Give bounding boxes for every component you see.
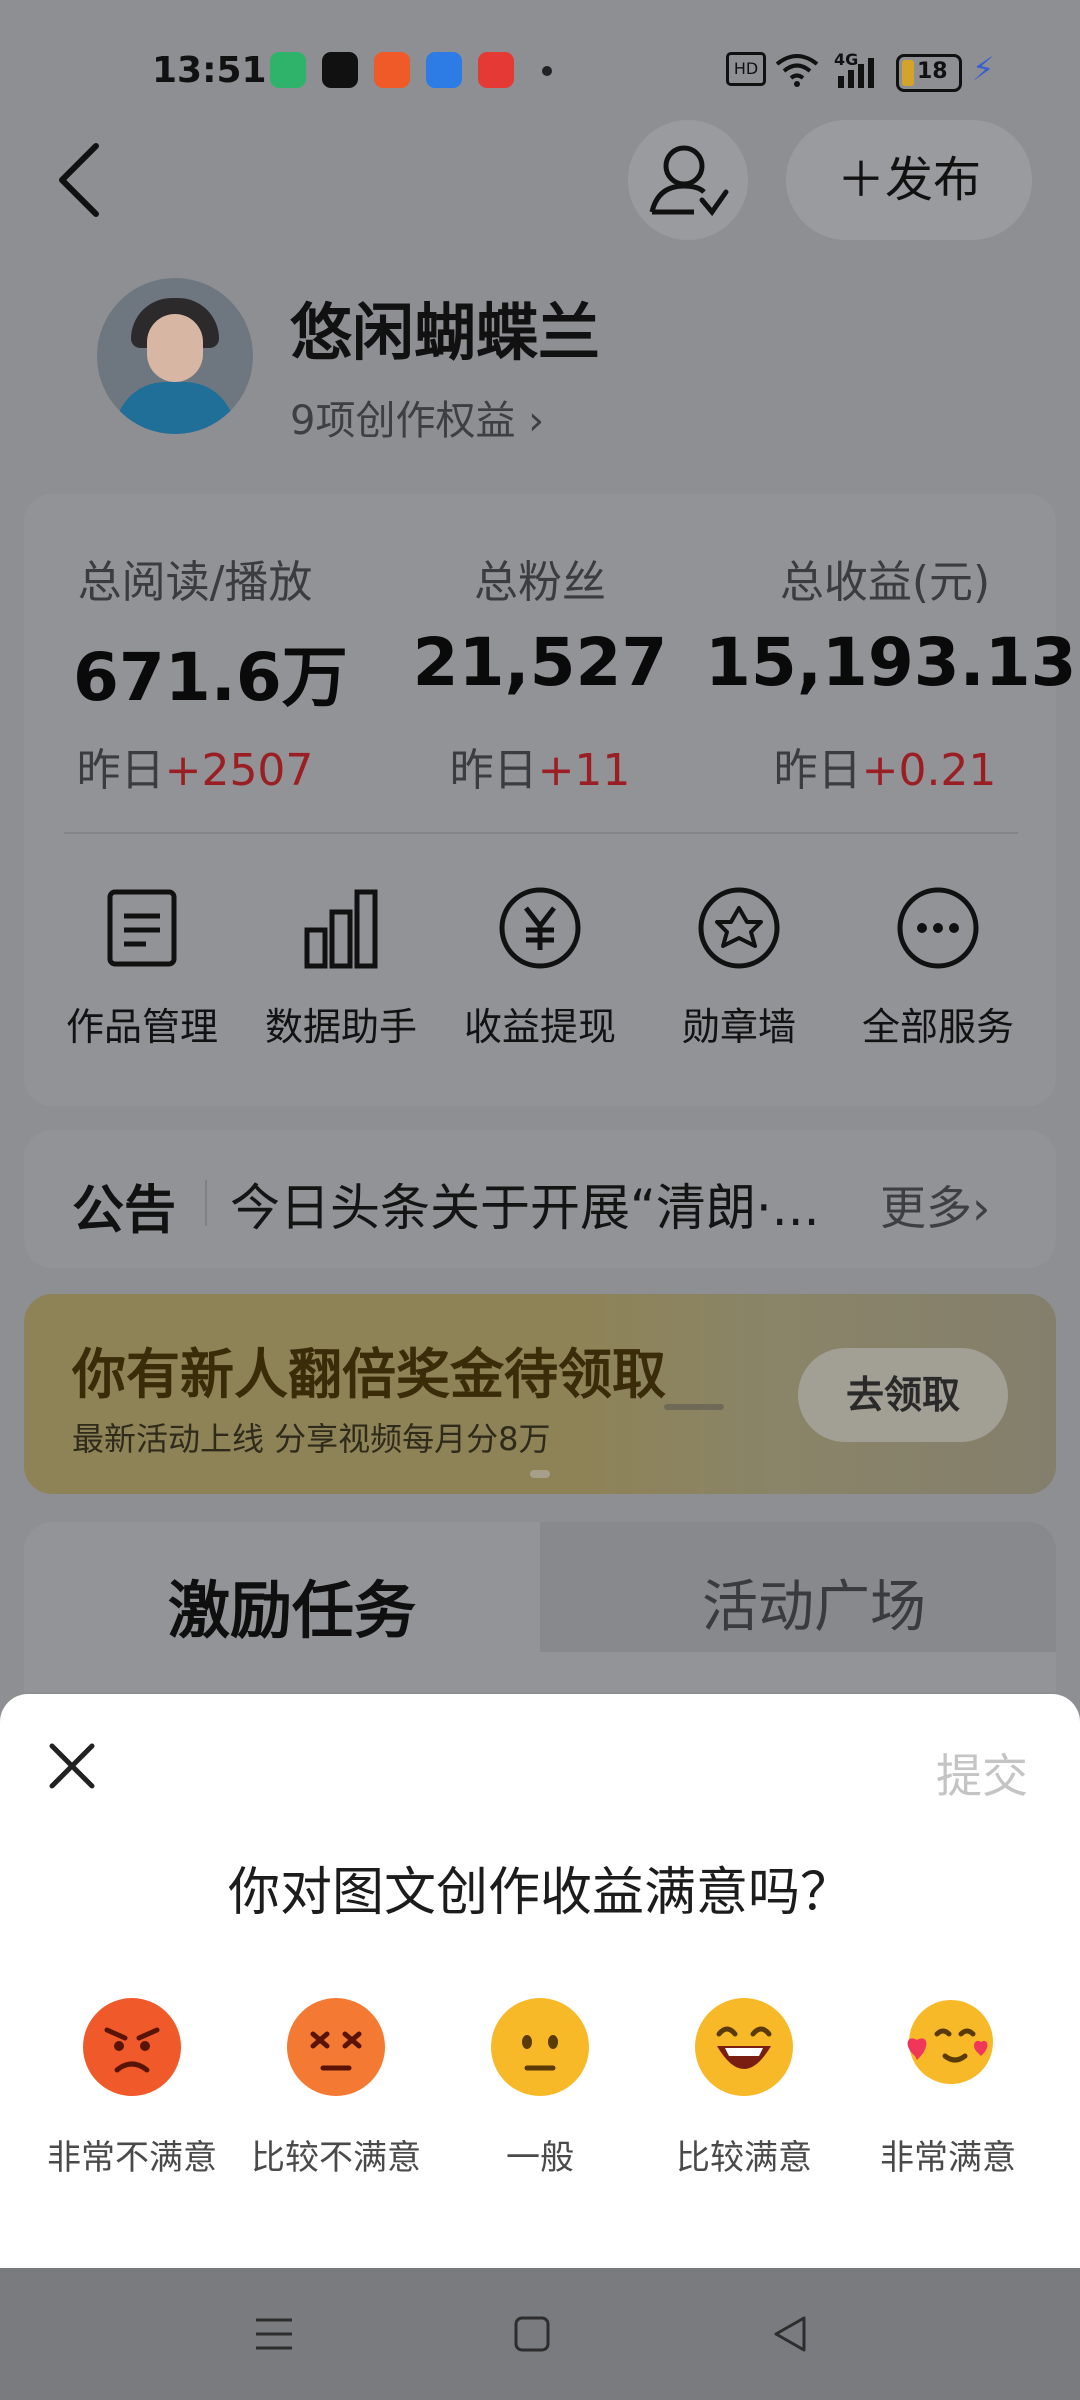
notice-title: 公告: [72, 1181, 177, 1241]
wifi-icon: [775, 54, 819, 87]
service-data-assistant[interactable]: 数据助手: [241, 886, 441, 1051]
avatar[interactable]: [97, 278, 253, 434]
stat-income-label: 总收益(元): [779, 557, 991, 608]
rating-label: 比较满意: [676, 2138, 812, 2178]
stat-income-value[interactable]: 15,193.13: [705, 624, 1077, 701]
dizzy-face-icon: [287, 1998, 385, 2096]
neutral-face-icon: [491, 1998, 589, 2096]
status-bar: 13:51 HD 4G 18 ⚡: [0, 0, 1080, 140]
rating-label: 比较不满意: [251, 2138, 421, 2178]
rating-very-satisfied[interactable]: 非常满意: [848, 1996, 1048, 2179]
stat-fans-label: 总粉丝: [474, 557, 606, 608]
app-notification-icon: [270, 52, 306, 88]
follow-user-button[interactable]: [628, 120, 748, 240]
angry-face-icon: [83, 1998, 181, 2096]
banner-subtitle: 最新活动上线 分享视频每月分8万: [72, 1420, 551, 1458]
survey-sheet: [0, 1694, 1080, 2268]
service-works-management[interactable]: 作品管理: [42, 886, 242, 1051]
submit-button[interactable]: 提交: [936, 1740, 1028, 1806]
service-label: 勋章墙: [681, 1005, 796, 1049]
shop-notification-icon: [374, 52, 410, 88]
profile-name[interactable]: 悠闲蝴蝶兰: [290, 282, 600, 372]
notice-more-link[interactable]: 更多›: [880, 1172, 990, 1238]
battery-level: 18: [917, 59, 948, 84]
service-badge-wall[interactable]: 勋章墙: [639, 886, 839, 1051]
rating-label: 非常不满意: [47, 2138, 217, 2178]
rating-label: 一般: [506, 2138, 574, 2178]
yen-icon: [499, 887, 581, 969]
bar-chart-icon: [304, 889, 378, 969]
creator-rights-label: 9项创作权益: [290, 398, 516, 444]
love-face-icon: [907, 2000, 993, 2084]
rating-very-dissatisfied[interactable]: 非常不满意: [32, 1996, 232, 2179]
stats-divider: [64, 832, 1018, 834]
laughing-face-icon: [695, 1998, 793, 2096]
system-navigation-bar: [0, 2268, 1080, 2400]
service-all-services[interactable]: 全部服务: [838, 886, 1038, 1051]
back-icon[interactable]: [52, 140, 112, 220]
signal-icon: [838, 58, 874, 88]
document-icon: [107, 889, 177, 967]
toutiao-notification-icon: [478, 52, 514, 88]
creator-rights-link[interactable]: 9项创作权益 ›: [290, 388, 544, 446]
service-label: 全部服务: [861, 1005, 1014, 1049]
charging-icon: ⚡: [972, 50, 995, 88]
close-icon[interactable]: [46, 1740, 98, 1792]
chevron-right-icon: ›: [528, 398, 545, 444]
badge-icon: [698, 887, 780, 969]
notice-text[interactable]: 今日头条关于开展“清朗·...: [230, 1168, 850, 1240]
menu-icon[interactable]: [254, 2316, 294, 2352]
stat-fans-delta: 昨日+11: [449, 745, 631, 796]
publish-button[interactable]: ＋发布: [786, 120, 1032, 240]
more-notifications-dot: [542, 66, 552, 76]
plus-icon: ＋: [836, 152, 885, 208]
battery-icon: 18: [896, 54, 962, 92]
browser-notification-icon: [426, 52, 462, 88]
home-icon[interactable]: [514, 2316, 550, 2352]
tab-incentive-tasks[interactable]: 激励任务: [168, 1560, 416, 1650]
user-follow-icon: [649, 145, 729, 217]
more-icon: [897, 887, 979, 969]
service-label: 数据助手: [264, 1005, 417, 1049]
service-label: 收益提现: [463, 1005, 616, 1049]
stat-income-delta: 昨日+0.21: [773, 745, 997, 796]
back-nav-icon[interactable]: [772, 2314, 808, 2354]
claim-reward-button[interactable]: 去领取: [798, 1348, 1008, 1442]
stat-reads-delta: 昨日+2507: [76, 745, 314, 796]
notice-separator: [205, 1180, 207, 1226]
chevron-right-icon: ›: [972, 1181, 991, 1235]
rating-neutral[interactable]: 一般: [440, 1996, 640, 2179]
banner-title: 你有新人翻倍奖金待领取: [72, 1343, 666, 1406]
rating-satisfied[interactable]: 比较满意: [644, 1996, 844, 2179]
status-time: 13:51: [152, 50, 267, 91]
rating-label: 非常满意: [880, 2138, 1016, 2178]
survey-question: 你对图文创作收益满意吗？: [227, 1863, 852, 1923]
rating-dissatisfied[interactable]: 比较不满意: [236, 1996, 436, 2179]
service-label: 作品管理: [65, 1005, 218, 1049]
stat-reads-label: 总阅读/播放: [77, 557, 313, 608]
hd-icon: HD: [726, 52, 766, 86]
tab-activity-plaza[interactable]: 活动广场: [702, 1562, 926, 1643]
tiktok-notification-icon: [322, 52, 358, 88]
stat-reads-value[interactable]: 671.6万: [15, 624, 373, 720]
service-income-withdraw[interactable]: 收益提现: [440, 886, 640, 1051]
stat-fans-value[interactable]: 21,527: [360, 624, 720, 701]
publish-label: 发布: [885, 152, 982, 208]
